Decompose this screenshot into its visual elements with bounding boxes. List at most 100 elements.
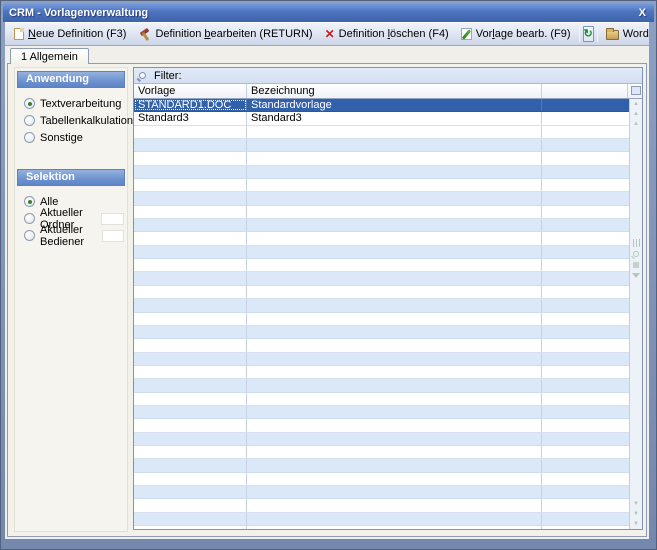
radio-tabellenkalkulation[interactable]: Tabellenkalkulation xyxy=(16,112,126,129)
cell-empty[interactable] xyxy=(542,179,629,191)
filter-funnel-icon[interactable] xyxy=(632,273,640,278)
cell-bezeichnung[interactable] xyxy=(247,473,542,485)
cell-bezeichnung[interactable] xyxy=(247,259,542,271)
cell-bezeichnung[interactable] xyxy=(247,513,542,525)
cell-empty[interactable] xyxy=(542,219,629,231)
edit-template-button[interactable]: Vorlage bearb. (F9) xyxy=(455,26,577,42)
radio-sonstige[interactable]: Sonstige xyxy=(16,129,126,146)
cell-bezeichnung[interactable] xyxy=(247,379,542,391)
cell-vorlage[interactable] xyxy=(134,366,247,378)
close-icon[interactable]: X xyxy=(639,7,646,19)
table-row-empty[interactable] xyxy=(134,499,629,512)
grid-view-icon[interactable]: ▦ xyxy=(632,261,640,269)
table-row-empty[interactable] xyxy=(134,406,629,419)
cell-vorlage[interactable] xyxy=(134,206,247,218)
table-row-empty[interactable] xyxy=(134,126,629,139)
cell-vorlage[interactable] xyxy=(134,192,247,204)
page-up-icon[interactable]: ▲ xyxy=(633,121,639,127)
cell-empty[interactable] xyxy=(542,272,629,284)
column-chooser-button[interactable] xyxy=(628,84,642,98)
refresh-button[interactable]: ↻ xyxy=(583,26,594,42)
delete-definition-button[interactable]: ✕ Definition löschen (F4) xyxy=(319,26,455,42)
cell-vorlage[interactable] xyxy=(134,419,247,431)
radio-icon[interactable] xyxy=(24,115,35,126)
cell-empty[interactable] xyxy=(542,473,629,485)
scroll-top-icon[interactable]: ▲ xyxy=(633,101,639,107)
cell-empty[interactable] xyxy=(542,112,629,124)
cell-vorlage[interactable] xyxy=(134,232,247,244)
table-row-empty[interactable] xyxy=(134,473,629,486)
cell-empty[interactable] xyxy=(542,419,629,431)
cell-vorlage[interactable] xyxy=(134,179,247,191)
cell-vorlage[interactable] xyxy=(134,379,247,391)
bediener-input[interactable] xyxy=(102,230,124,242)
cell-bezeichnung[interactable] xyxy=(247,366,542,378)
cell-bezeichnung[interactable] xyxy=(247,446,542,458)
columns-icon[interactable] xyxy=(633,239,640,247)
cell-vorlage[interactable] xyxy=(134,152,247,164)
cell-empty[interactable] xyxy=(542,366,629,378)
cell-bezeichnung[interactable] xyxy=(247,192,542,204)
cell-vorlage[interactable]: Standard3 xyxy=(134,112,247,124)
table-row-empty[interactable] xyxy=(134,459,629,472)
cell-empty[interactable] xyxy=(542,166,629,178)
table-row-empty[interactable] xyxy=(134,353,629,366)
cell-vorlage[interactable] xyxy=(134,326,247,338)
cell-vorlage[interactable] xyxy=(134,513,247,525)
table-row-empty[interactable] xyxy=(134,446,629,459)
table-row-empty[interactable] xyxy=(134,139,629,152)
ordner-input[interactable] xyxy=(101,213,124,225)
cell-empty[interactable] xyxy=(542,459,629,471)
table-row-empty[interactable] xyxy=(134,246,629,259)
tab-allgemein[interactable]: 1 Allgemein xyxy=(10,48,89,64)
cell-empty[interactable] xyxy=(542,126,629,138)
cell-empty[interactable] xyxy=(542,486,629,498)
table-row-empty[interactable] xyxy=(134,513,629,526)
cell-bezeichnung[interactable] xyxy=(247,272,542,284)
cell-vorlage[interactable] xyxy=(134,486,247,498)
table-row-empty[interactable] xyxy=(134,526,629,529)
scroll-bottom-icon[interactable]: ▼ xyxy=(633,521,639,527)
cell-empty[interactable] xyxy=(542,499,629,511)
cell-bezeichnung[interactable] xyxy=(247,339,542,351)
cell-empty[interactable] xyxy=(542,232,629,244)
cell-bezeichnung[interactable] xyxy=(247,499,542,511)
cell-vorlage[interactable] xyxy=(134,446,247,458)
cell-vorlage[interactable] xyxy=(134,459,247,471)
search-icon[interactable] xyxy=(633,251,639,257)
table-row-empty[interactable] xyxy=(134,232,629,245)
page-down-icon[interactable]: ▼ xyxy=(633,501,639,507)
cell-vorlage[interactable] xyxy=(134,406,247,418)
cell-bezeichnung[interactable] xyxy=(247,393,542,405)
cell-bezeichnung[interactable] xyxy=(247,486,542,498)
cell-bezeichnung[interactable] xyxy=(247,313,542,325)
radio-icon[interactable] xyxy=(24,132,35,143)
cell-bezeichnung[interactable]: Standardvorlage xyxy=(247,99,542,111)
radio-textverarbeitung[interactable]: Textverarbeitung xyxy=(16,95,126,112)
cell-vorlage[interactable] xyxy=(134,286,247,298)
cell-empty[interactable] xyxy=(542,259,629,271)
cell-empty[interactable] xyxy=(542,99,629,111)
cell-vorlage[interactable] xyxy=(134,433,247,445)
cell-vorlage[interactable] xyxy=(134,393,247,405)
radio-icon[interactable] xyxy=(24,213,35,224)
cell-vorlage[interactable] xyxy=(134,339,247,351)
table-row-empty[interactable] xyxy=(134,179,629,192)
filter-bar[interactable]: Filter: xyxy=(134,68,642,84)
cell-empty[interactable] xyxy=(542,526,629,529)
cell-bezeichnung[interactable] xyxy=(247,353,542,365)
cell-bezeichnung[interactable] xyxy=(247,433,542,445)
cell-vorlage[interactable] xyxy=(134,139,247,151)
cell-empty[interactable] xyxy=(542,192,629,204)
cell-bezeichnung[interactable] xyxy=(247,406,542,418)
table-row-empty[interactable] xyxy=(134,166,629,179)
cell-bezeichnung[interactable] xyxy=(247,139,542,151)
table-row-empty[interactable] xyxy=(134,393,629,406)
table-row-empty[interactable] xyxy=(134,206,629,219)
table-row-empty[interactable] xyxy=(134,379,629,392)
cell-empty[interactable] xyxy=(542,326,629,338)
table-row[interactable]: Standard3 Standard3 xyxy=(134,112,629,125)
cell-vorlage[interactable]: STANDARD1.DOC xyxy=(134,99,247,111)
table-row-empty[interactable] xyxy=(134,286,629,299)
cell-bezeichnung[interactable] xyxy=(247,219,542,231)
